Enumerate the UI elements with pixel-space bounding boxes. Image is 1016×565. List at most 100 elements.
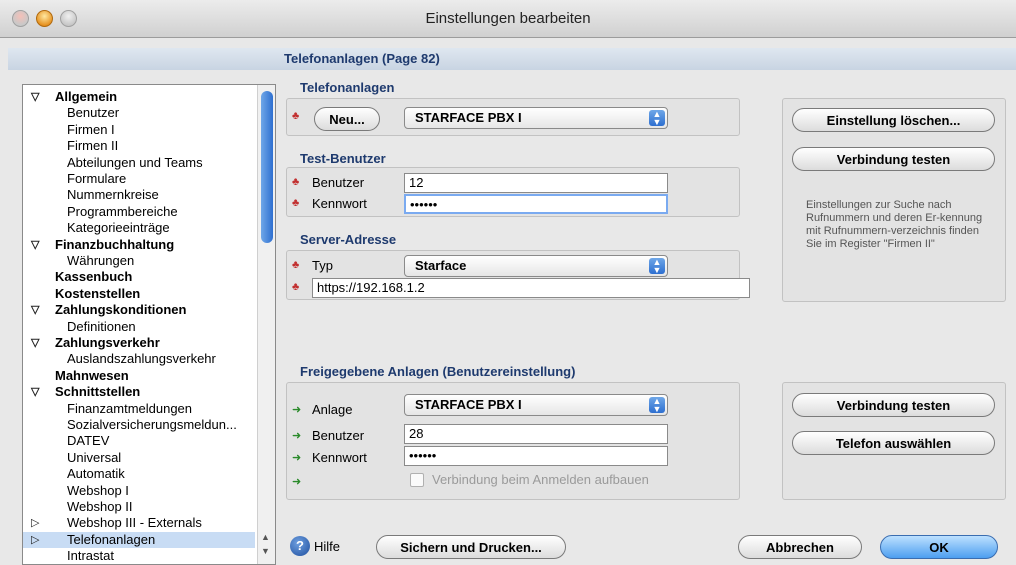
tree-item[interactable]: Formulare [23, 171, 255, 187]
tree-item[interactable]: Finanzamtmeldungen [23, 401, 255, 417]
tree-item-label: DATEV [67, 433, 110, 449]
server-title: Server-Adresse [300, 232, 397, 247]
scroll-down-arrow-icon[interactable]: ▼ [261, 546, 270, 556]
tree-item[interactable]: Sozialversicherungsmeldun... [23, 417, 255, 433]
disclosure-expanded-icon[interactable]: ▽ [31, 302, 39, 318]
shared-test-connection-button[interactable]: Verbindung testen [792, 393, 995, 417]
disclosure-expanded-icon[interactable]: ▽ [31, 89, 39, 105]
tree-item-label: Webshop II [67, 499, 133, 514]
test-password-input[interactable]: •••••• [404, 194, 668, 214]
tree-item-label: Kostenstellen [55, 285, 141, 301]
new-button[interactable]: Neu... [314, 107, 380, 131]
tree-item-label: Benutzer [67, 105, 120, 121]
server-type-select[interactable]: Starface ▲ ▼ [404, 255, 668, 277]
tree-item[interactable]: Kassenbuch [23, 269, 255, 285]
tree-item-label: Nummernkreise [67, 187, 159, 203]
test-password-label: Kennwort [312, 196, 367, 211]
shared-anlage-value: STARFACE PBX I [415, 397, 522, 412]
delete-setting-button[interactable]: Einstellung löschen... [792, 108, 995, 132]
server-type-label: Typ [312, 258, 333, 273]
shared-anlage-select[interactable]: STARFACE PBX I ▲ ▼ [404, 394, 668, 416]
shared-user-label: Benutzer [312, 428, 365, 443]
users-icon: ♣ [292, 281, 300, 293]
tree-item[interactable]: Auslandszahlungsverkehr [23, 351, 255, 367]
tree-item[interactable]: Programmbereiche [23, 204, 255, 220]
pbx-select[interactable]: STARFACE PBX I ▲ ▼ [404, 107, 668, 129]
users-icon: ♣ [292, 110, 300, 122]
disclosure-collapsed-icon[interactable]: ▷ [31, 515, 39, 531]
tree-item[interactable]: Währungen [23, 253, 255, 269]
tree-item[interactable]: Intrastat [23, 548, 255, 564]
tree-item[interactable]: ▷ Telefonanlagen [23, 531, 255, 548]
save-print-button[interactable]: Sichern und Drucken... [376, 535, 566, 559]
tree-item-label: Formulare [67, 171, 127, 186]
tree-item[interactable]: Kategorieeinträge [23, 220, 255, 236]
page-header-band [8, 48, 1016, 70]
server-url-input[interactable]: https://192.168.1.2 [312, 278, 750, 298]
tree-item-label: Auslandszahlungsverkehr [67, 351, 216, 367]
title-bar: Einstellungen bearbeiten [0, 0, 1016, 38]
tree-item[interactable]: ▽ Allgemein [23, 89, 255, 105]
disclosure-expanded-icon[interactable]: ▽ [31, 335, 39, 351]
shared-password-input[interactable]: •••••• [404, 446, 668, 466]
shared-user-input[interactable]: 28 [404, 424, 668, 444]
tree-item-label: Firmen II [67, 138, 119, 154]
pbx-select-value: STARFACE PBX I [415, 110, 522, 125]
tree-item[interactable]: Automatik [23, 466, 255, 482]
users-icon: ♣ [292, 176, 300, 188]
tree-item-label: Kassenbuch [55, 269, 133, 285]
scroll-up-arrow-icon[interactable]: ▲ [261, 532, 270, 542]
tree-scrollbar[interactable]: ▲ ▼ [257, 85, 275, 564]
tree-item-label: Abteilungen und Teams [67, 154, 203, 170]
tree-item[interactable]: Universal [23, 450, 255, 466]
tree-item-label: Kategorieeinträge [67, 220, 170, 236]
users-icon: ♣ [292, 197, 300, 209]
tree-item[interactable]: ▽ Zahlungskonditionen [23, 302, 255, 318]
link-icon: ➜ [292, 476, 302, 488]
tree-item[interactable]: Kostenstellen [23, 286, 255, 302]
tree-item-label: Zahlungsverkehr [55, 335, 160, 350]
tree-item[interactable]: DATEV [23, 433, 255, 449]
disclosure-expanded-icon[interactable]: ▽ [31, 384, 39, 400]
tree-item-label: Finanzamtmeldungen [67, 400, 193, 416]
tree-item[interactable]: Webshop II [23, 499, 255, 515]
tree-item[interactable]: Definitionen [23, 319, 255, 335]
tree-item-label: Schnittstellen [55, 384, 141, 400]
tree-item[interactable]: Firmen II [23, 138, 255, 154]
tree-item-label: Firmen I [67, 121, 115, 137]
test-user-input[interactable]: 12 [404, 173, 668, 193]
help-icon[interactable]: ? [290, 536, 310, 556]
help-label[interactable]: Hilfe [314, 539, 340, 555]
ok-button[interactable]: OK [880, 535, 998, 559]
select-phone-button[interactable]: Telefon auswählen [792, 431, 995, 455]
tree-item-label: Zahlungskonditionen [55, 302, 187, 318]
disclosure-expanded-icon[interactable]: ▽ [31, 237, 39, 253]
window-title: Einstellungen bearbeiten [425, 10, 591, 27]
connect-on-login-checkbox[interactable] [410, 473, 424, 487]
tree-item[interactable]: ▽ Finanzbuchhaltung [23, 237, 255, 253]
tree-item[interactable]: Mahnwesen [23, 368, 255, 384]
tree-item-label: Universal [67, 449, 122, 465]
cancel-button[interactable]: Abbrechen [738, 535, 862, 559]
settings-tree[interactable]: ▽ Allgemein Benutzer Firmen I Firmen II Abtei… [22, 84, 276, 565]
tree-item[interactable]: Abteilungen und Teams [23, 155, 255, 171]
tree-item[interactable]: Nummernkreise [23, 187, 255, 203]
link-icon: ➜ [292, 430, 302, 442]
tree-item-label: Programmbereiche [67, 203, 178, 219]
tree-scroll-thumb[interactable] [261, 91, 273, 243]
shared-title: Freigegebene Anlagen (Benutzereinstellun… [300, 364, 576, 379]
tree-item-label: Mahnwesen [55, 367, 129, 383]
tree-item-label: Automatik [67, 466, 125, 482]
tree-item[interactable]: ▽ Zahlungsverkehr [23, 335, 255, 351]
tree-item-label: Währungen [67, 253, 135, 268]
disclosure-collapsed-icon[interactable]: ▷ [31, 532, 39, 548]
tree-item[interactable]: ▽ Schnittstellen [23, 384, 255, 400]
tree-item[interactable]: Firmen I [23, 122, 255, 138]
link-icon: ➜ [292, 452, 302, 464]
tree-item-label: Webshop I [67, 482, 129, 498]
tree-item[interactable]: Webshop I [23, 483, 255, 499]
test-connection-button[interactable]: Verbindung testen [792, 147, 995, 171]
tree-item[interactable]: ▷ Webshop III - Externals [23, 515, 255, 531]
tree-item[interactable]: Benutzer [23, 105, 255, 121]
users-icon: ♣ [292, 259, 300, 271]
